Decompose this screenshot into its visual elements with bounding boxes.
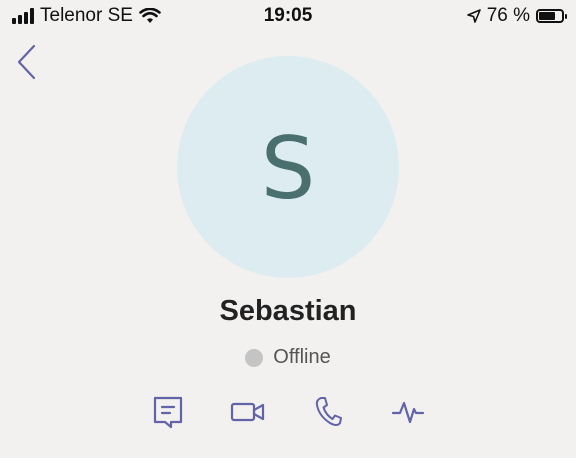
audio-call-button[interactable]: [310, 392, 346, 432]
chat-button[interactable]: [150, 392, 186, 432]
presence-status: Offline: [0, 346, 576, 369]
phone-icon: [315, 397, 342, 426]
status-bar: Telenor SE 19:05 76 %: [0, 0, 576, 34]
battery-icon: [536, 9, 567, 23]
presence-label: Offline: [273, 346, 331, 368]
chat-icon: [153, 396, 183, 429]
back-button[interactable]: [12, 42, 42, 82]
video-call-button[interactable]: [230, 392, 266, 432]
avatar: S: [177, 56, 399, 278]
contact-name: Sebastian: [219, 295, 357, 327]
location-arrow-icon: [466, 9, 481, 23]
avatar-initial: S: [260, 119, 316, 219]
chevron-left-icon: [17, 44, 36, 80]
battery-fill: [539, 12, 556, 20]
status-right: 76 %: [466, 5, 567, 27]
activity-button[interactable]: [390, 392, 426, 432]
presence-dot-icon: [245, 348, 264, 367]
video-icon: [230, 402, 265, 422]
battery-percent: 76 %: [486, 5, 530, 26]
activity-icon: [391, 401, 425, 424]
action-bar: [0, 392, 576, 432]
